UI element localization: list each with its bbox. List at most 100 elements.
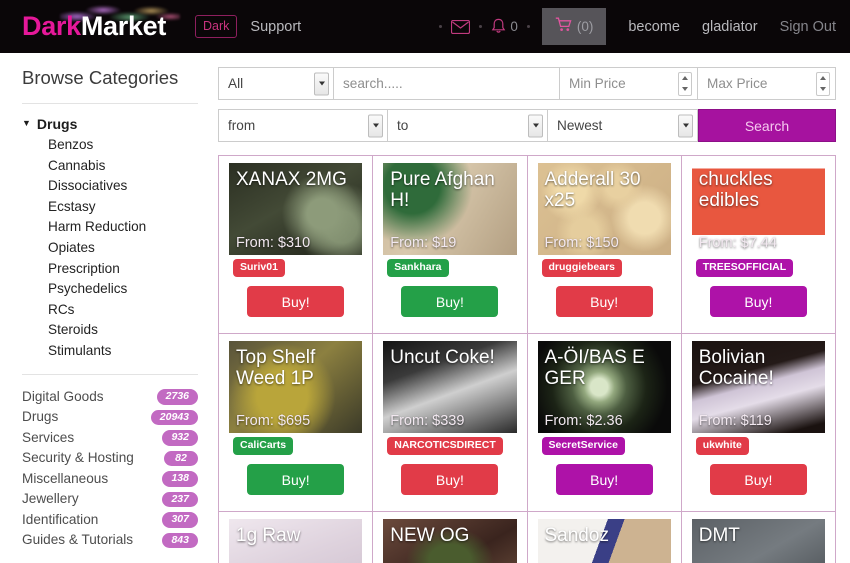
product-price: From: $339 [390,413,465,429]
product-overlay: Bolivian Cocaine! From: $119 [699,347,819,429]
buy-button[interactable]: Buy! [709,464,807,495]
category-select[interactable]: All [218,67,334,100]
product-thumbnail[interactable]: 1g Raw [229,519,363,563]
product-card[interactable]: Pure Afghan H! From: $19 Sankhara Buy! [373,156,528,334]
sidebar-item-drugs-count[interactable]: Drugs 20943 [22,407,198,428]
sidebar-item-harm-reduction[interactable]: Harm Reduction [48,217,212,238]
stepper-up-icon[interactable] [820,76,826,80]
min-price-input[interactable]: Min Price [560,67,698,100]
sidebar-item-digital-goods[interactable]: Digital Goods 2736 [22,387,198,408]
from-select[interactable]: from [218,109,388,142]
product-title: Sandoz [544,525,609,546]
stepper-down-icon[interactable] [820,87,826,91]
sidebar-item-opiates[interactable]: Opiates [48,238,212,259]
nav-link-become[interactable]: become [628,19,680,35]
nav-link-gladiator[interactable]: gladiator [702,19,758,35]
buy-button[interactable]: Buy! [247,286,345,317]
buy-button[interactable]: Buy! [709,286,807,317]
vendor-badge[interactable]: SecretService [541,437,625,455]
chevron-down-icon: ▼ [22,117,31,128]
sidebar-item-stimulants[interactable]: Stimulants [48,341,212,362]
stepper-down-icon[interactable] [682,87,688,91]
sidebar-item-steroids[interactable]: Steroids [48,320,212,341]
product-card[interactable]: Uncut Coke! From: $339 NARCOTICSDIRECT Buy! [373,334,528,512]
support-link[interactable]: Support [250,19,301,35]
product-thumbnail[interactable]: chuckles edibles From: $7.44 [691,163,825,255]
product-card[interactable]: chuckles edibles From: $7.44 TREESOFFICIAL… [681,156,836,334]
max-price-stepper[interactable] [816,71,830,96]
buy-button[interactable]: Buy! [555,286,653,317]
product-card[interactable]: Sandoz [527,512,682,563]
product-thumbnail[interactable]: Bolivian Cocaine! From: $119 [691,341,825,433]
nav-link-sign-out[interactable]: Sign Out [780,19,836,35]
product-card[interactable]: DMT [681,512,836,563]
max-price-input[interactable]: Max Price [698,67,836,100]
cart-link[interactable]: (0) [541,8,607,45]
sidebar-item-identification[interactable]: Identification 307 [22,510,198,531]
vendor-badge[interactable]: TREESOFFICIAL [695,259,794,277]
product-overlay: Pure Afghan H! From: $19 [390,169,510,251]
product-thumbnail[interactable]: A-ÖI/BAS E GER From: $2.36 [537,341,671,433]
sidebar-item-ecstasy[interactable]: Ecstasy [48,197,212,218]
product-price: From: $150 [544,235,619,251]
product-thumbnail[interactable]: XANAX 2MG From: $310 [229,163,363,255]
vendor-badge[interactable]: druggiebears [541,259,623,277]
category-count-badge: 237 [162,491,198,508]
product-thumbnail[interactable]: NEW OG [383,519,517,563]
vendor-badge[interactable]: Suriv01 [233,259,285,277]
bell-icon [491,18,506,35]
sidebar-item-security-hosting[interactable]: Security & Hosting 82 [22,448,198,469]
product-thumbnail[interactable]: DMT [691,519,825,563]
product-card[interactable]: Adderall 30 x25 From: $150 druggiebears Buy… [527,156,682,334]
product-title: A-ÖI/BAS E GER [544,347,645,389]
stepper-up-icon[interactable] [682,76,688,80]
product-title: chuckles edibles [698,169,773,211]
sort-select[interactable]: Newest [548,109,698,142]
product-title: DMT [698,525,740,546]
product-card[interactable]: Top Shelf Weed 1P From: $695 CaliCarts Buy! [219,334,374,512]
sidebar-item-psychedelics[interactable]: Psychedelics [48,279,212,300]
dark-mode-badge[interactable]: Dark [195,14,238,39]
sidebar-group-drugs[interactable]: ▼ Drugs [22,116,212,132]
sidebar-item-miscellaneous[interactable]: Miscellaneous 138 [22,469,198,490]
buy-button[interactable]: Buy! [555,464,653,495]
product-thumbnail[interactable]: Sandoz [537,519,671,563]
product-thumbnail[interactable]: Adderall 30 x25 From: $150 [537,163,671,255]
product-card[interactable]: XANAX 2MG From: $310 Suriv01 Buy! [219,156,374,334]
product-thumbnail[interactable]: Top Shelf Weed 1P From: $695 [229,341,363,433]
buy-button[interactable]: Buy! [247,464,345,495]
sidebar-subcategory-list: Benzos Cannabis Dissociatives Ecstasy Ha… [22,135,212,362]
product-card[interactable]: Bolivian Cocaine! From: $119 ukwhite Buy! [681,334,836,512]
product-thumbnail[interactable]: Pure Afghan H! From: $19 [383,163,517,255]
min-price-stepper[interactable] [678,71,692,96]
sidebar-item-services[interactable]: Services 932 [22,428,198,449]
messages-link[interactable] [448,19,473,34]
product-card[interactable]: NEW OG [373,512,528,563]
product-overlay: 1g Raw [236,525,356,563]
vendor-badge[interactable]: CaliCarts [233,437,294,455]
sidebar-item-guides-tutorials[interactable]: Guides & Tutorials 843 [22,530,198,551]
sidebar-item-rcs[interactable]: RCs [48,300,212,321]
notification-count: 0 [510,19,518,34]
product-card[interactable]: 1g Raw [219,512,374,563]
sidebar-item-dissociatives[interactable]: Dissociatives [48,176,212,197]
buy-button[interactable]: Buy! [401,464,499,495]
sort-select-value: Newest [557,118,603,133]
to-select[interactable]: to [388,109,548,142]
sidebar-item-jewellery[interactable]: Jewellery 237 [22,489,198,510]
vendor-badge[interactable]: NARCOTICSDIRECT [387,437,503,455]
vendor-badge[interactable]: Sankhara [387,259,449,277]
product-overlay: NEW OG [390,525,510,563]
search-button[interactable]: Search [698,109,836,142]
product-card[interactable]: A-ÖI/BAS E GER From: $2.36 SecretService Bu… [527,334,682,512]
category-count-badge: 82 [164,450,198,467]
notifications-link[interactable]: 0 [488,18,521,35]
search-input[interactable]: search..... [334,67,560,100]
sidebar-item-benzos[interactable]: Benzos [48,135,212,156]
product-thumbnail[interactable]: Uncut Coke! From: $339 [383,341,517,433]
sidebar-item-cannabis[interactable]: Cannabis [48,156,212,177]
site-logo[interactable]: DarkMarket [22,0,187,53]
vendor-badge[interactable]: ukwhite [695,437,749,455]
buy-button[interactable]: Buy! [401,286,499,317]
sidebar-item-prescription[interactable]: Prescription [48,259,212,280]
